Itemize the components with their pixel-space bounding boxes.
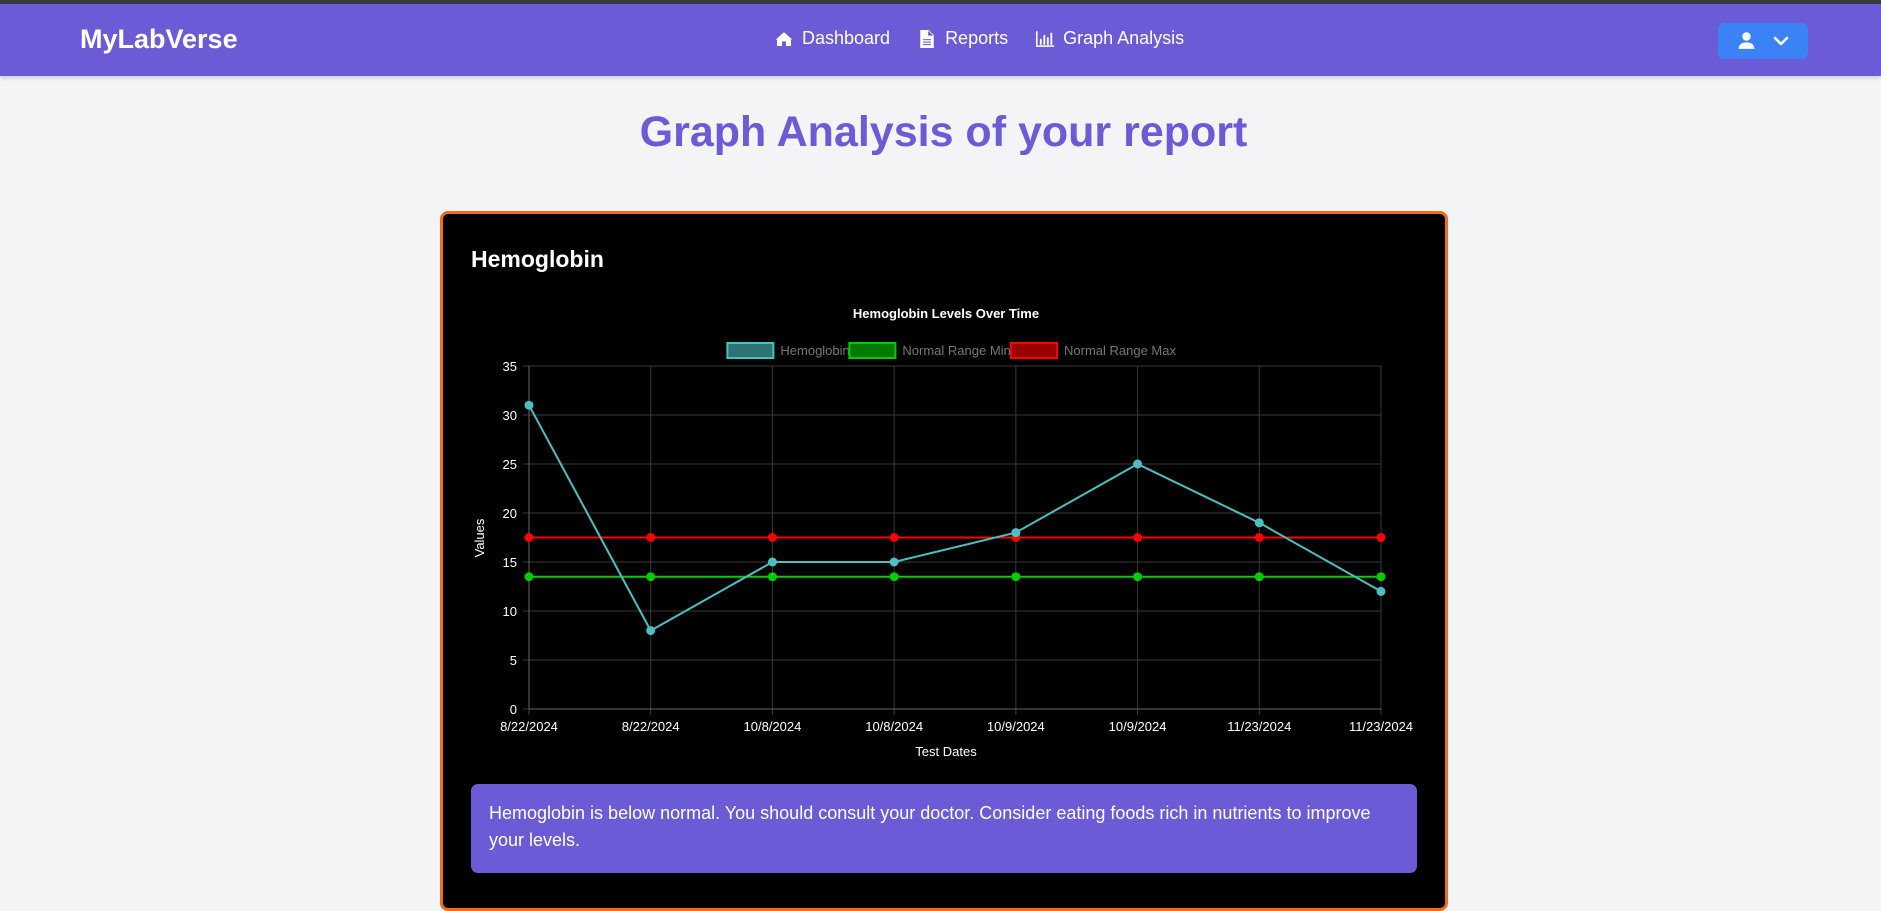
data-point [646,626,656,636]
legend-item[interactable]: Normal Range Min [848,342,1011,359]
nav-item-label: Dashboard [802,28,891,48]
advice-message: Hemoglobin is below normal. You should c… [471,784,1417,873]
legend-label: Hemoglobin [780,343,849,358]
y-tick-label: 15 [503,555,517,570]
data-point [646,533,656,542]
y-tick-label: 25 [503,457,517,472]
data-point [646,572,656,582]
x-tick-label: 11/23/2024 [1349,719,1413,734]
y-tick-label: 35 [503,359,517,374]
x-tick-label: 10/9/2024 [1109,719,1167,734]
nav-item-reports[interactable]: Reports [918,28,1008,49]
nav-links: Dashboard Reports Graph Analysis [775,28,1184,49]
series-line-0 [528,404,1382,632]
file-icon [920,29,934,48]
data-point [889,533,899,542]
x-tick-label: 10/9/2024 [987,719,1045,734]
chart-icon [1036,30,1055,47]
report-card: Hemoglobin Hemoglobin Levels Over Time H… [440,211,1448,911]
legend-swatch [1010,342,1058,359]
hemoglobin-chart: Hemoglobin Levels Over Time Hemoglobin No… [472,306,1413,759]
y-tick-label: 30 [503,408,517,423]
brand-logo[interactable]: MyLabVerse [80,24,238,55]
home-icon [775,31,793,46]
data-point [767,572,777,582]
data-point [1254,518,1264,528]
data-point [1011,572,1021,582]
y-tick-label: 10 [503,604,517,619]
y-tick-label: 5 [510,653,517,668]
legend-swatch [726,342,775,359]
x-tick-label: 8/22/2024 [622,719,680,734]
data-point [1376,572,1386,582]
chart-series [524,400,1386,636]
data-point [889,572,899,582]
chart-legend[interactable]: Hemoglobin Normal Range Min Normal Range M… [726,342,1176,359]
data-point [1011,528,1021,538]
nav-item-graph-analysis[interactable]: Graph Analysis [1036,28,1184,49]
x-axis-label: Test Dates [915,744,977,759]
y-axis-label: Values [472,518,487,557]
x-tick-label: 10/8/2024 [744,719,802,734]
page-title: Graph Analysis of your report [639,108,1248,156]
chevron-down-icon [1773,36,1788,46]
legend-label: Normal Range Max [1064,343,1176,358]
y-tick-label: 0 [510,702,517,717]
data-point [1254,572,1264,582]
nav-item-label: Reports [945,28,1009,48]
nav-item-label: Graph Analysis [1063,28,1185,48]
data-point [524,572,534,582]
nav-item-dashboard[interactable]: Dashboard [775,28,890,49]
navbar: MyLabVerse Dashboard Reports Graph Analy… [0,4,1881,76]
legend-swatch [848,342,897,359]
legend-item[interactable]: Hemoglobin [726,342,850,359]
x-tick-label: 10/8/2024 [865,719,923,734]
data-point [524,400,534,410]
data-point [1376,586,1386,596]
data-point [767,533,777,542]
user-icon [1738,32,1754,49]
data-point [524,533,534,542]
data-point [1133,572,1143,582]
legend-item[interactable]: Normal Range Max [1010,342,1176,359]
y-tick-label: 20 [503,506,517,521]
data-point [767,557,777,567]
legend-label: Normal Range Min [902,343,1010,358]
data-point [1254,533,1264,542]
user-menu-button[interactable] [1718,23,1808,59]
chart-title: Hemoglobin Levels Over Time [853,306,1039,321]
data-point [889,557,899,567]
data-point [1133,459,1143,469]
data-point [1376,533,1386,542]
data-point [1133,533,1143,542]
x-tick-label: 8/22/2024 [500,719,558,734]
x-tick-label: 11/23/2024 [1227,719,1291,734]
